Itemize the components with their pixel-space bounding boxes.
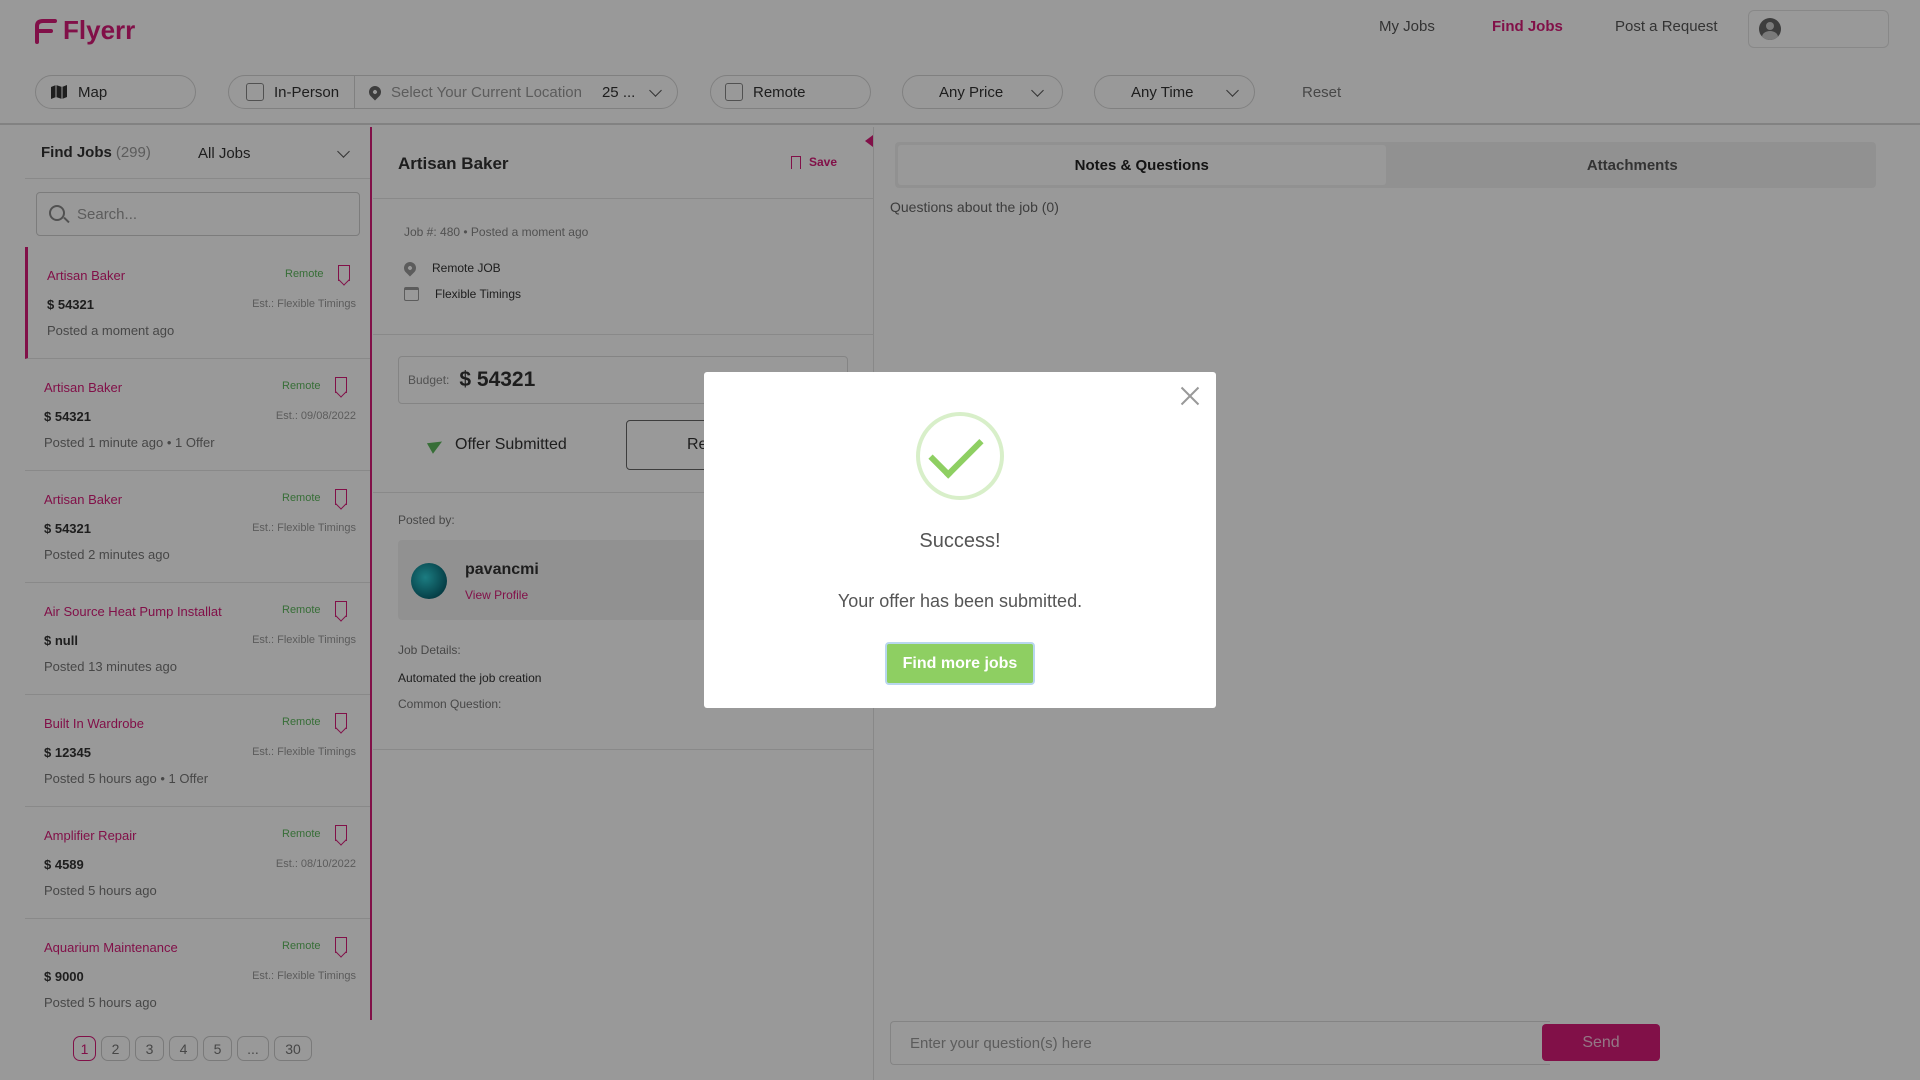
checkmark-icon [928,423,984,479]
modal-message: Your offer has been submitted. [837,591,1083,611]
find-more-jobs-button[interactable]: Find more jobs [885,642,1035,685]
modal-title: Success! [919,530,1001,552]
close-icon[interactable] [1180,386,1200,406]
success-check-icon [916,412,1004,500]
success-modal: Success! Your offer has been submitted. … [704,372,1216,708]
